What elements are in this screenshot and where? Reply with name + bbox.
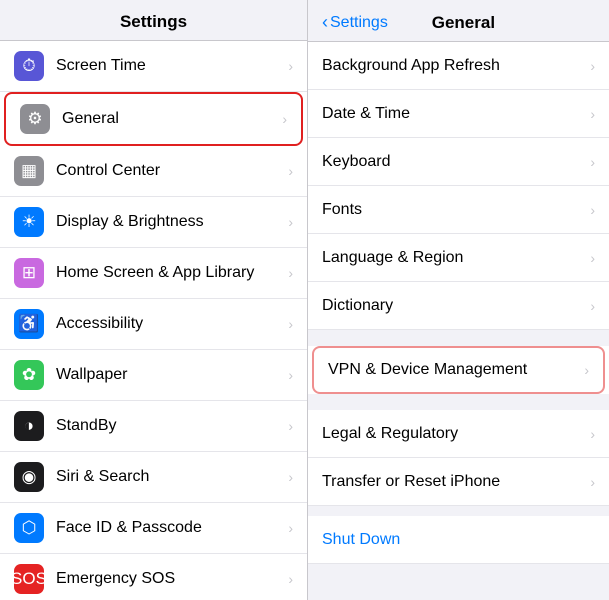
control-label: Control Center [56,162,284,180]
control-icon: ▦ [14,156,44,186]
settings-list: ⏱Screen Time›⚙General›▦Control Center›☀D… [0,41,307,600]
keyboard-chevron-icon: › [590,154,595,170]
settings-item-control[interactable]: ▦ Control Center› [0,146,307,197]
back-label[interactable]: Settings [330,14,388,32]
right-list: Background App Refresh›Date & Time›Keybo… [308,42,609,600]
siri-label: Siri & Search [56,468,284,486]
accessibility-icon: ♿ [14,309,44,339]
back-chevron-icon: ‹ [322,12,328,33]
divider-gap-3 [308,506,609,516]
settings-item-sos[interactable]: SOS Emergency SOS› [0,554,307,600]
divider-gap-2 [308,400,609,410]
datetime-chevron-icon: › [590,106,595,122]
right-item-bg-refresh[interactable]: Background App Refresh› [308,42,609,90]
divider-gap-1 [308,330,609,340]
display-chevron-icon: › [288,214,293,230]
general-chevron-icon: › [282,111,287,127]
faceid-label: Face ID & Passcode [56,519,284,537]
right-section-3: Shut Down [308,516,609,564]
datetime-label: Date & Time [322,105,586,123]
settings-item-standby[interactable]: ◑ StandBy› [0,401,307,452]
settings-item-accessibility[interactable]: ♿ Accessibility› [0,299,307,350]
right-section-1: VPN & Device Management› [308,346,609,394]
right-item-transfer[interactable]: Transfer or Reset iPhone› [308,458,609,506]
fonts-label: Fonts [322,201,586,219]
transfer-label: Transfer or Reset iPhone [322,473,586,491]
fonts-chevron-icon: › [590,202,595,218]
transfer-chevron-icon: › [590,474,595,490]
sos-label: Emergency SOS [56,570,284,588]
general-icon: ⚙ [20,104,50,134]
right-item-fonts[interactable]: Fonts› [308,186,609,234]
screentime-icon: ⏱ [14,51,44,81]
bg-refresh-chevron-icon: › [590,58,595,74]
siri-chevron-icon: › [288,469,293,485]
settings-item-general[interactable]: ⚙ General› [4,92,303,146]
right-item-keyboard[interactable]: Keyboard› [308,138,609,186]
left-panel: Settings ⏱Screen Time›⚙General›▦Control … [0,0,308,600]
right-title: General [392,13,535,33]
right-item-dictionary[interactable]: Dictionary› [308,282,609,330]
screentime-chevron-icon: › [288,58,293,74]
language-chevron-icon: › [590,250,595,266]
settings-item-siri[interactable]: ◉ Siri & Search› [0,452,307,503]
display-label: Display & Brightness [56,213,284,231]
settings-item-wallpaper[interactable]: ✿ Wallpaper› [0,350,307,401]
language-label: Language & Region [322,249,586,267]
accessibility-chevron-icon: › [288,316,293,332]
homescreen-chevron-icon: › [288,265,293,281]
display-icon: ☀ [14,207,44,237]
shutdown-label: Shut Down [322,531,595,549]
bg-refresh-label: Background App Refresh [322,57,586,75]
legal-chevron-icon: › [590,426,595,442]
right-section-2: Legal & Regulatory›Transfer or Reset iPh… [308,410,609,506]
right-panel: ‹ Settings General Background App Refres… [308,0,609,600]
standby-label: StandBy [56,417,284,435]
homescreen-icon: ⊞ [14,258,44,288]
vpn-label: VPN & Device Management [328,361,580,379]
wallpaper-label: Wallpaper [56,366,284,384]
sos-chevron-icon: › [288,571,293,587]
left-header: Settings [0,0,307,41]
wallpaper-icon: ✿ [14,360,44,390]
faceid-icon: ⬡ [14,513,44,543]
settings-item-faceid[interactable]: ⬡ Face ID & Passcode› [0,503,307,554]
right-item-datetime[interactable]: Date & Time› [308,90,609,138]
settings-item-homescreen[interactable]: ⊞ Home Screen & App Library› [0,248,307,299]
siri-icon: ◉ [14,462,44,492]
right-item-shutdown[interactable]: Shut Down [308,516,609,564]
standby-icon: ◑ [14,411,44,441]
control-chevron-icon: › [288,163,293,179]
general-label: General [62,110,278,128]
faceid-chevron-icon: › [288,520,293,536]
settings-item-display[interactable]: ☀ Display & Brightness› [0,197,307,248]
vpn-chevron-icon: › [584,362,589,378]
right-item-legal[interactable]: Legal & Regulatory› [308,410,609,458]
wallpaper-chevron-icon: › [288,367,293,383]
keyboard-label: Keyboard [322,153,586,171]
right-item-vpn[interactable]: VPN & Device Management› [312,346,605,394]
back-button[interactable]: ‹ Settings [322,12,388,33]
screentime-label: Screen Time [56,57,284,75]
right-header: ‹ Settings General [308,0,609,42]
standby-chevron-icon: › [288,418,293,434]
settings-item-screentime[interactable]: ⏱ Screen Time› [0,41,307,92]
legal-label: Legal & Regulatory [322,425,586,443]
dictionary-label: Dictionary [322,297,586,315]
right-section-0: Background App Refresh›Date & Time›Keybo… [308,42,609,330]
accessibility-label: Accessibility [56,315,284,333]
right-item-language[interactable]: Language & Region› [308,234,609,282]
homescreen-label: Home Screen & App Library [56,264,284,282]
dictionary-chevron-icon: › [590,298,595,314]
sos-icon: SOS [14,564,44,594]
